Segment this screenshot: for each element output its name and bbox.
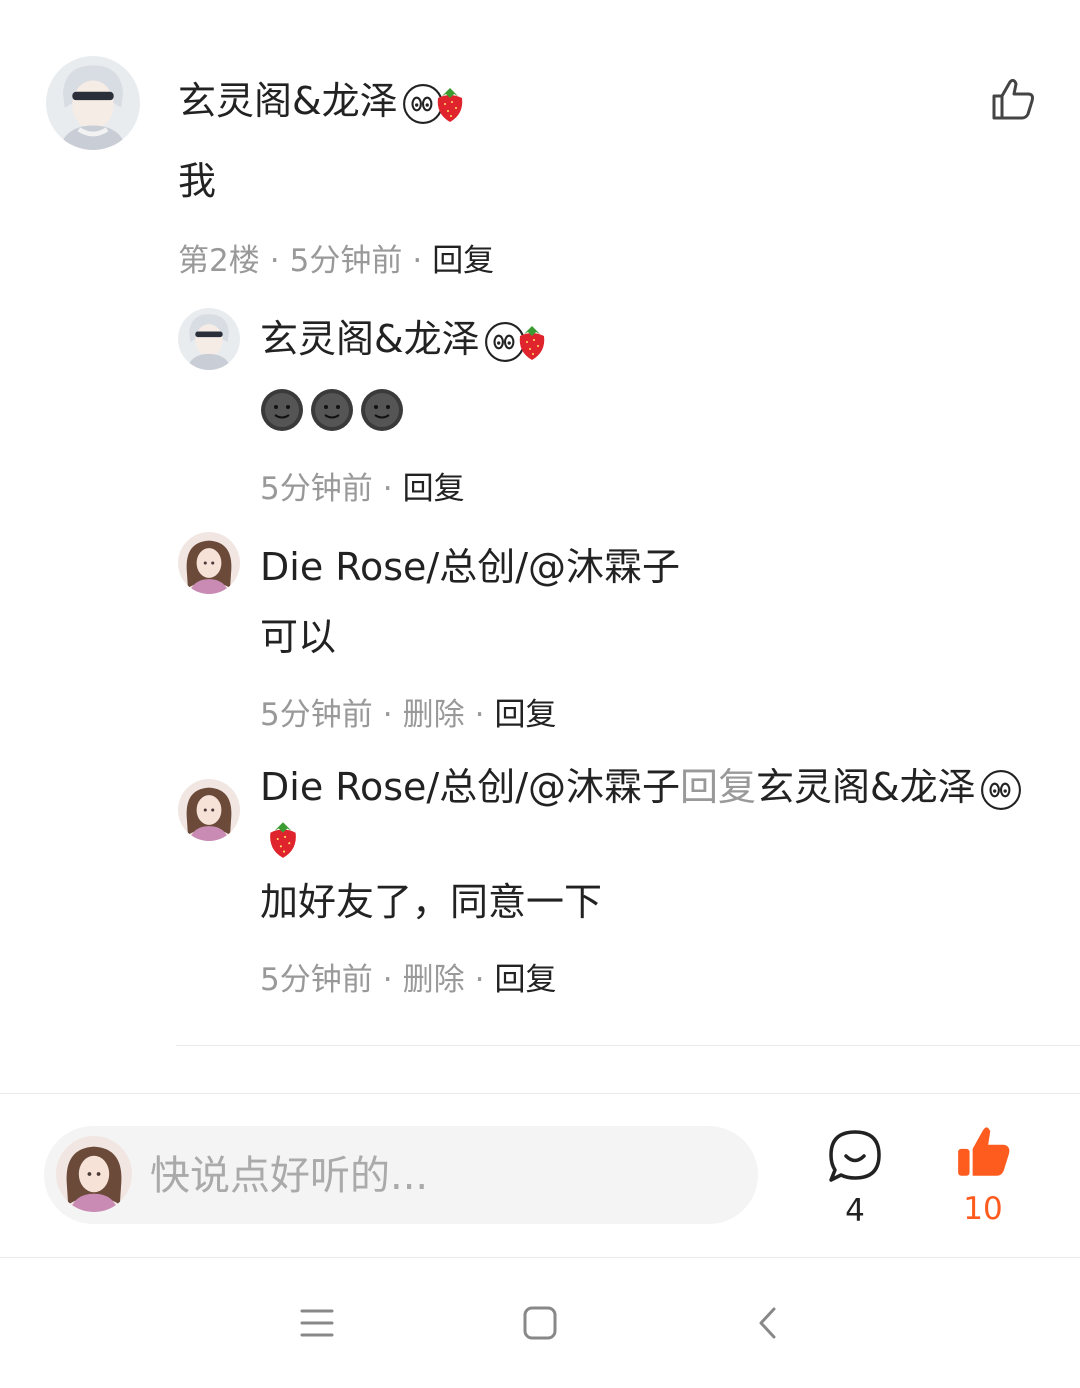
- home-icon[interactable]: [523, 1306, 557, 1340]
- comment-input[interactable]: 快说点好听的...: [44, 1126, 758, 1224]
- input-placeholder: 快说点好听的...: [150, 1153, 429, 1199]
- delete-button[interactable]: 删除: [403, 697, 465, 733]
- thumbs-up-filled-icon: [958, 1127, 1010, 1176]
- reply-meta: 5分钟前 · 回复: [260, 471, 465, 507]
- reply-author-name: Die Rose/总创/@沐霖子: [260, 545, 681, 589]
- comment-author-name: 玄灵阁&龙泽: [178, 79, 398, 123]
- reply-author-name: Die Rose/总创/@沐霖子: [260, 768, 681, 809]
- reply-text: 可以: [260, 615, 337, 659]
- comment-meta: 第2楼 · 5分钟前 · 回复: [178, 243, 495, 279]
- strawberry-icon: [437, 87, 462, 122]
- reply-author[interactable]: Die Rose/总创/@沐霖子回复玄灵阁&龙泽: [260, 768, 1040, 811]
- likes-count: 10: [963, 1191, 1003, 1227]
- avatar: [56, 1136, 132, 1212]
- divider: [176, 1045, 1080, 1046]
- peek-eyes-icon: [980, 769, 1021, 810]
- reply-button[interactable]: 回复: [494, 962, 556, 998]
- reply-button[interactable]: 回复: [403, 471, 465, 507]
- reply-text: 加好友了，同意一下: [260, 880, 603, 924]
- comment-author[interactable]: 玄灵阁&龙泽: [178, 82, 470, 125]
- comment-bubble-icon: [829, 1130, 881, 1182]
- reply-to-word: 回复: [680, 768, 757, 809]
- strawberry-icon: [519, 325, 544, 360]
- dark-moon-face-icon: [261, 389, 403, 431]
- reply-author-name: 玄灵阁&龙泽: [260, 317, 480, 361]
- avatar[interactable]: [178, 779, 240, 841]
- delete-button[interactable]: 删除: [403, 962, 465, 998]
- divider: [0, 1093, 1080, 1094]
- avatar[interactable]: [46, 56, 140, 150]
- time-label: 5分钟前: [289, 243, 403, 279]
- strawberry-icon: [270, 822, 296, 858]
- time-label: 5分钟前: [260, 962, 373, 998]
- likes-action[interactable]: 10: [948, 1124, 1018, 1225]
- reply-button[interactable]: 回复: [432, 243, 494, 279]
- comments-count: 4: [845, 1193, 865, 1229]
- floor-label: 第2楼: [178, 243, 260, 279]
- avatar[interactable]: [178, 308, 240, 370]
- thumbs-up-icon[interactable]: [988, 74, 1038, 124]
- menu-icon[interactable]: [300, 1306, 334, 1340]
- reply-to-name[interactable]: 玄灵阁&龙泽: [756, 768, 976, 809]
- reply-meta: 5分钟前 · 删除 · 回复: [260, 962, 557, 998]
- time-label: 5分钟前: [260, 697, 373, 733]
- reply-author[interactable]: 玄灵阁&龙泽: [260, 320, 552, 363]
- comment-text: 我: [178, 159, 217, 203]
- reply-button[interactable]: 回复: [494, 697, 556, 733]
- reply-meta: 5分钟前 · 删除 · 回复: [260, 697, 557, 733]
- time-label: 5分钟前: [260, 471, 373, 507]
- divider: [0, 1257, 1080, 1258]
- comments-action[interactable]: 4: [820, 1128, 890, 1227]
- reply-text: 🌚🌚🌚: [260, 388, 408, 432]
- avatar[interactable]: [178, 532, 240, 594]
- back-icon[interactable]: [752, 1306, 786, 1340]
- reply-author[interactable]: Die Rose/总创/@沐霖子: [260, 548, 680, 586]
